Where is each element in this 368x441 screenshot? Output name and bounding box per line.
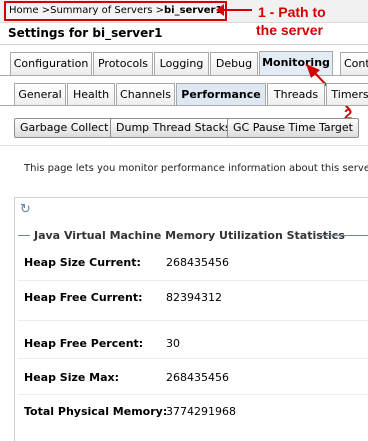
subtabs-baseline — [0, 105, 368, 106]
section-rule — [322, 235, 368, 236]
subtab-health[interactable]: Health — [67, 83, 115, 105]
tab-protocols[interactable]: Protocols — [93, 52, 153, 75]
stat-value-heap-free-percent: 30 — [166, 337, 180, 350]
breadcrumb-summary-link[interactable]: Summary of Servers — [50, 5, 152, 16]
tab-configuration[interactable]: Configuration — [10, 52, 92, 75]
section-rule — [18, 235, 30, 236]
dump-thread-stacks-button[interactable]: Dump Thread Stacks — [110, 118, 237, 138]
stat-value-total-physical-memory: 3774291968 — [166, 405, 236, 418]
tab-debug[interactable]: Debug — [210, 52, 258, 75]
subtab-performance[interactable]: Performance — [176, 83, 266, 105]
breadcrumb: Home >Summary of Servers >bi_server1 — [4, 1, 228, 21]
stat-label-heap-size-max: Heap Size Max: — [24, 371, 120, 384]
subtab-threads[interactable]: Threads — [267, 83, 325, 105]
stat-value-heap-size-current: 268435456 — [166, 256, 229, 269]
garbage-collect-button[interactable]: Garbage Collect — [14, 118, 115, 138]
annotation-arrow-1 — [216, 4, 252, 16]
row-separator — [18, 320, 368, 321]
page-description: This page lets you monitor performance i… — [24, 163, 368, 174]
divider — [0, 145, 368, 146]
breadcrumb-separator: > — [38, 5, 51, 16]
breadcrumb-separator: > — [152, 5, 164, 16]
subtab-general[interactable]: General — [14, 83, 66, 105]
row-separator — [18, 280, 368, 281]
gc-pause-time-target-button[interactable]: GC Pause Time Target — [227, 118, 359, 138]
section-title: Java Virtual Machine Memory Utilization … — [34, 229, 345, 242]
annotation-1-line2: the server — [256, 22, 323, 38]
breadcrumb-home-link[interactable]: Home — [9, 5, 39, 16]
page-title: Settings for bi_server1 — [8, 26, 163, 40]
tab-logging[interactable]: Logging — [154, 52, 209, 75]
refresh-icon[interactable]: ↻ — [20, 202, 31, 217]
subtab-channels[interactable]: Channels — [116, 83, 175, 105]
stat-value-heap-size-max: 268435456 — [166, 371, 229, 384]
stat-value-heap-free-current: 82394312 — [166, 291, 222, 304]
row-separator — [18, 394, 368, 395]
stat-label-heap-free-current: Heap Free Current: — [24, 291, 143, 304]
stat-label-total-physical-memory: Total Physical Memory: — [24, 405, 168, 418]
stat-label-heap-size-current: Heap Size Current: — [24, 256, 141, 269]
row-separator — [18, 358, 368, 359]
stat-label-heap-free-percent: Heap Free Percent: — [24, 337, 144, 350]
divider — [0, 44, 368, 45]
subtab-timers[interactable]: Timers — [326, 83, 368, 105]
annotation-1-line1: 1 - Path to — [258, 4, 326, 20]
breadcrumb-current: bi_server1 — [163, 5, 223, 16]
